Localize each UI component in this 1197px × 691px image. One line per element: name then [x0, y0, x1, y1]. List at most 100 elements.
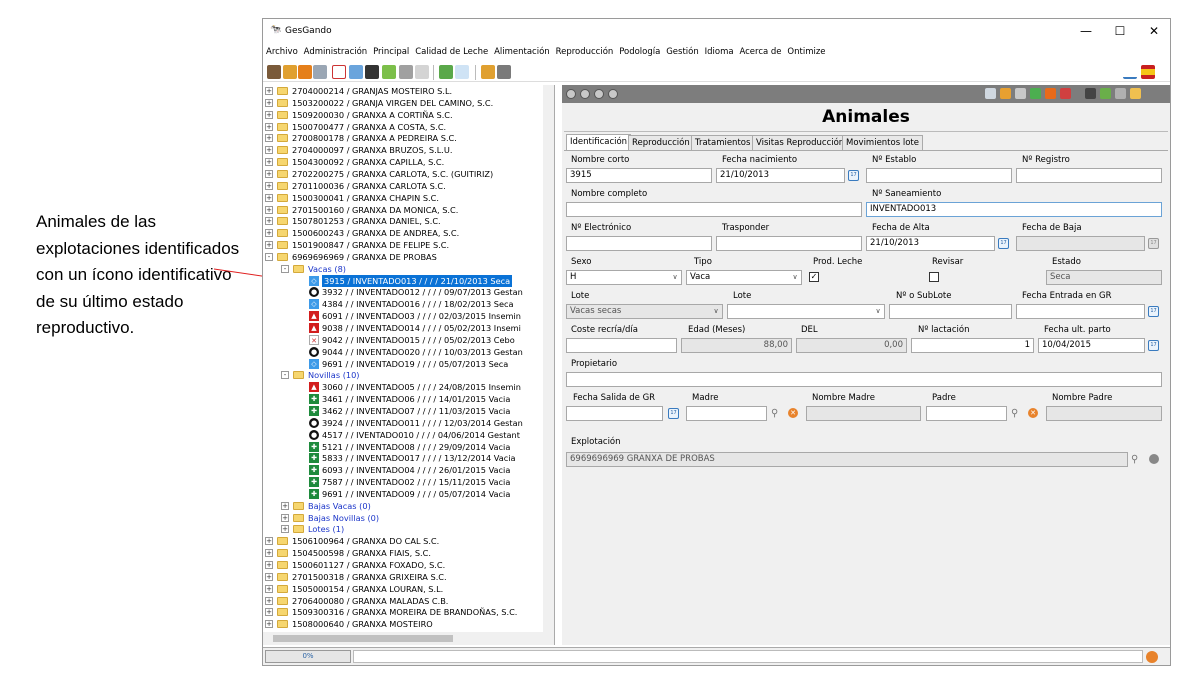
expand-icon[interactable]: + [281, 525, 289, 534]
expand-icon[interactable]: + [265, 134, 273, 143]
nombre-padre-input[interactable] [1046, 406, 1162, 421]
tab-movimientos-lote[interactable]: Movimientos lote [842, 135, 923, 150]
calendar-icon[interactable] [349, 65, 363, 79]
search-icon[interactable]: ⚲ [1011, 408, 1022, 419]
fecha-entrada-gr-input[interactable] [1016, 304, 1145, 319]
group-bajas-novillas[interactable]: + Bajas Novillas (0) [263, 512, 543, 524]
cows-icon[interactable] [365, 65, 379, 79]
close-button[interactable]: ✕ [1139, 23, 1169, 39]
menu-gestion[interactable]: Gestión [666, 45, 699, 59]
estado-input[interactable]: Seca [1046, 270, 1162, 285]
calculator-icon[interactable] [332, 65, 346, 79]
nombre-completo-input[interactable] [566, 202, 862, 217]
expand-icon[interactable]: + [265, 584, 273, 593]
panel-dot[interactable] [608, 89, 618, 99]
group-novillas[interactable]: - Novillas (10) [263, 369, 543, 381]
n-lactacion-input[interactable]: 1 [911, 338, 1034, 353]
fecha-ult-parto-input[interactable]: 10/04/2015 [1038, 338, 1145, 353]
delete-doc-icon[interactable] [1130, 88, 1141, 99]
animal-item[interactable]: ✚ 7587 / / INVENTADO02 / / / / 15/11/2015… [263, 476, 543, 488]
check-list-icon[interactable] [985, 88, 996, 99]
new-doc-icon[interactable] [1100, 88, 1111, 99]
sublote-input[interactable] [889, 304, 1012, 319]
lightning-icon[interactable] [283, 65, 297, 79]
clear-icon[interactable]: ✕ [788, 408, 798, 418]
edit-icon[interactable] [1060, 88, 1071, 99]
tab-visitas-reproduccion[interactable]: Visitas Reproducción [752, 135, 849, 150]
animal-item[interactable]: ◇ 9691 / / INVENTADO19 / / / / 05/07/2013… [263, 358, 543, 370]
animal-item[interactable]: ✚ 3461 / / INVENTADO06 / / / / 14/01/2015… [263, 393, 543, 405]
nombre-madre-input[interactable] [806, 406, 921, 421]
collapse-icon[interactable]: - [281, 264, 289, 273]
farm-item[interactable]: +1508000640 / GRANXA MOSTEIRO [263, 618, 543, 630]
expand-icon[interactable]: + [265, 241, 273, 250]
pen-icon[interactable] [1123, 65, 1137, 79]
group-vacas[interactable]: - Vacas (8) [263, 263, 543, 275]
tree-horizontal-scrollbar[interactable] [263, 632, 543, 645]
bottle-icon[interactable] [439, 65, 453, 79]
search-icon[interactable]: ⚲ [771, 408, 782, 419]
menu-principal[interactable]: Principal [373, 45, 409, 59]
fecha-alta-input[interactable]: 21/10/2013 [866, 236, 995, 251]
expand-icon[interactable]: + [265, 229, 273, 238]
expand-icon[interactable]: + [281, 501, 289, 510]
farm-item[interactable]: +1509200030 / GRANXA A CORTIÑA S.C. [263, 109, 543, 121]
sexo-select[interactable]: H ∨ [566, 270, 682, 285]
expand-icon[interactable]: + [265, 87, 273, 95]
farm-item[interactable]: +2701500160 / GRANXA DA MONICA, S.C. [263, 204, 543, 216]
menu-podologia[interactable]: Podología [619, 45, 660, 59]
farm-item[interactable]: +2704000214 / GRANJAS MOSTEIRO S.L. [263, 85, 543, 97]
farm-item[interactable]: +1506100964 / GRANXA DO CAL S.C. [263, 535, 543, 547]
del-input[interactable]: 0,00 [796, 338, 907, 353]
panel-dot[interactable] [594, 89, 604, 99]
expand-icon[interactable]: + [265, 146, 273, 155]
expand-icon[interactable]: + [265, 620, 273, 629]
window-icon[interactable] [455, 65, 469, 79]
animal-item[interactable]: ◇ 3915 / INVENTADO013 / / / / 21/10/2013 … [263, 274, 543, 287]
farm-item[interactable]: +2700800178 / GRANXA A PEDREIRA S.C. [263, 132, 543, 144]
expand-icon[interactable]: + [265, 561, 273, 569]
calendar-icon[interactable]: 17 [1148, 340, 1159, 351]
menu-calidad-leche[interactable]: Calidad de Leche [415, 45, 488, 59]
ok-icon[interactable] [1030, 88, 1041, 99]
animal-item[interactable]: ✚ 5833 / / INVENTADO017 / / / / 13/12/201… [263, 452, 543, 464]
farm-item[interactable]: - 6969696969 / GRANXA DE PROBAS [263, 251, 543, 263]
collapse-icon[interactable]: - [265, 252, 273, 261]
n-saneamiento-input[interactable]: INVENTADO013 [866, 202, 1162, 217]
farm-item[interactable]: +1507801253 / GRANXA DANIEL, S.C. [263, 215, 543, 227]
farm-item[interactable]: +1503200022 / GRANJA VIRGEN DEL CAMINO, … [263, 97, 543, 109]
farm-item[interactable]: +1505000154 / GRANXA LOURAN, S.L. [263, 583, 543, 595]
search-icon[interactable]: ⚲ [1131, 454, 1142, 465]
animal-item[interactable]: ● 3932 / / INVENTADO012 / / / / 09/07/201… [263, 286, 543, 298]
spanish-flag-icon[interactable] [1141, 65, 1155, 79]
panel-dot[interactable] [566, 89, 576, 99]
expand-icon[interactable]: + [265, 110, 273, 119]
expand-icon[interactable]: + [265, 193, 273, 202]
animal-item[interactable]: ▲ 3060 / / INVENTADO05 / / / / 24/08/2015… [263, 381, 543, 393]
notes-icon[interactable] [382, 65, 396, 79]
farm-tree[interactable]: +2704000214 / GRANJAS MOSTEIRO S.L. +1503… [263, 85, 555, 645]
animal-item[interactable]: ● 3924 / / INVENTADO011 / / / / 12/03/201… [263, 417, 543, 429]
scroll-thumb[interactable] [273, 635, 453, 642]
prod-leche-checkbox[interactable]: ✓ [809, 272, 819, 282]
menu-alimentacion[interactable]: Alimentación [494, 45, 550, 59]
explotacion-input[interactable]: 6969696969 GRANXA DE PROBAS [566, 452, 1128, 467]
lock-icon[interactable] [481, 65, 495, 79]
expand-icon[interactable]: + [265, 98, 273, 107]
farm-item[interactable]: +2701500318 / GRANXA GRIXEIRA S.C. [263, 571, 543, 583]
menu-reproduccion[interactable]: Reproducción [556, 45, 614, 59]
save-icon[interactable] [1115, 88, 1126, 99]
expand-icon[interactable]: + [265, 205, 273, 214]
binoculars-icon[interactable] [1085, 88, 1096, 99]
n-electronico-input[interactable] [566, 236, 712, 251]
farm-item[interactable]: +1509300316 / GRANXA MOREIRA DE BRANDOÑA… [263, 606, 543, 618]
n-registro-input[interactable] [1016, 168, 1162, 183]
fecha-nacimiento-input[interactable]: 21/10/2013 [716, 168, 845, 183]
tree-vertical-scrollbar[interactable] [543, 85, 554, 645]
farm-item[interactable]: +2706400080 / GRANXA MALADAS C.B. [263, 595, 543, 607]
expand-icon[interactable]: + [265, 608, 273, 617]
trasponder-input[interactable] [716, 236, 862, 251]
expand-icon[interactable]: + [265, 122, 273, 131]
tipo-select[interactable]: Vaca ∨ [686, 270, 802, 285]
padre-input[interactable] [926, 406, 1007, 421]
